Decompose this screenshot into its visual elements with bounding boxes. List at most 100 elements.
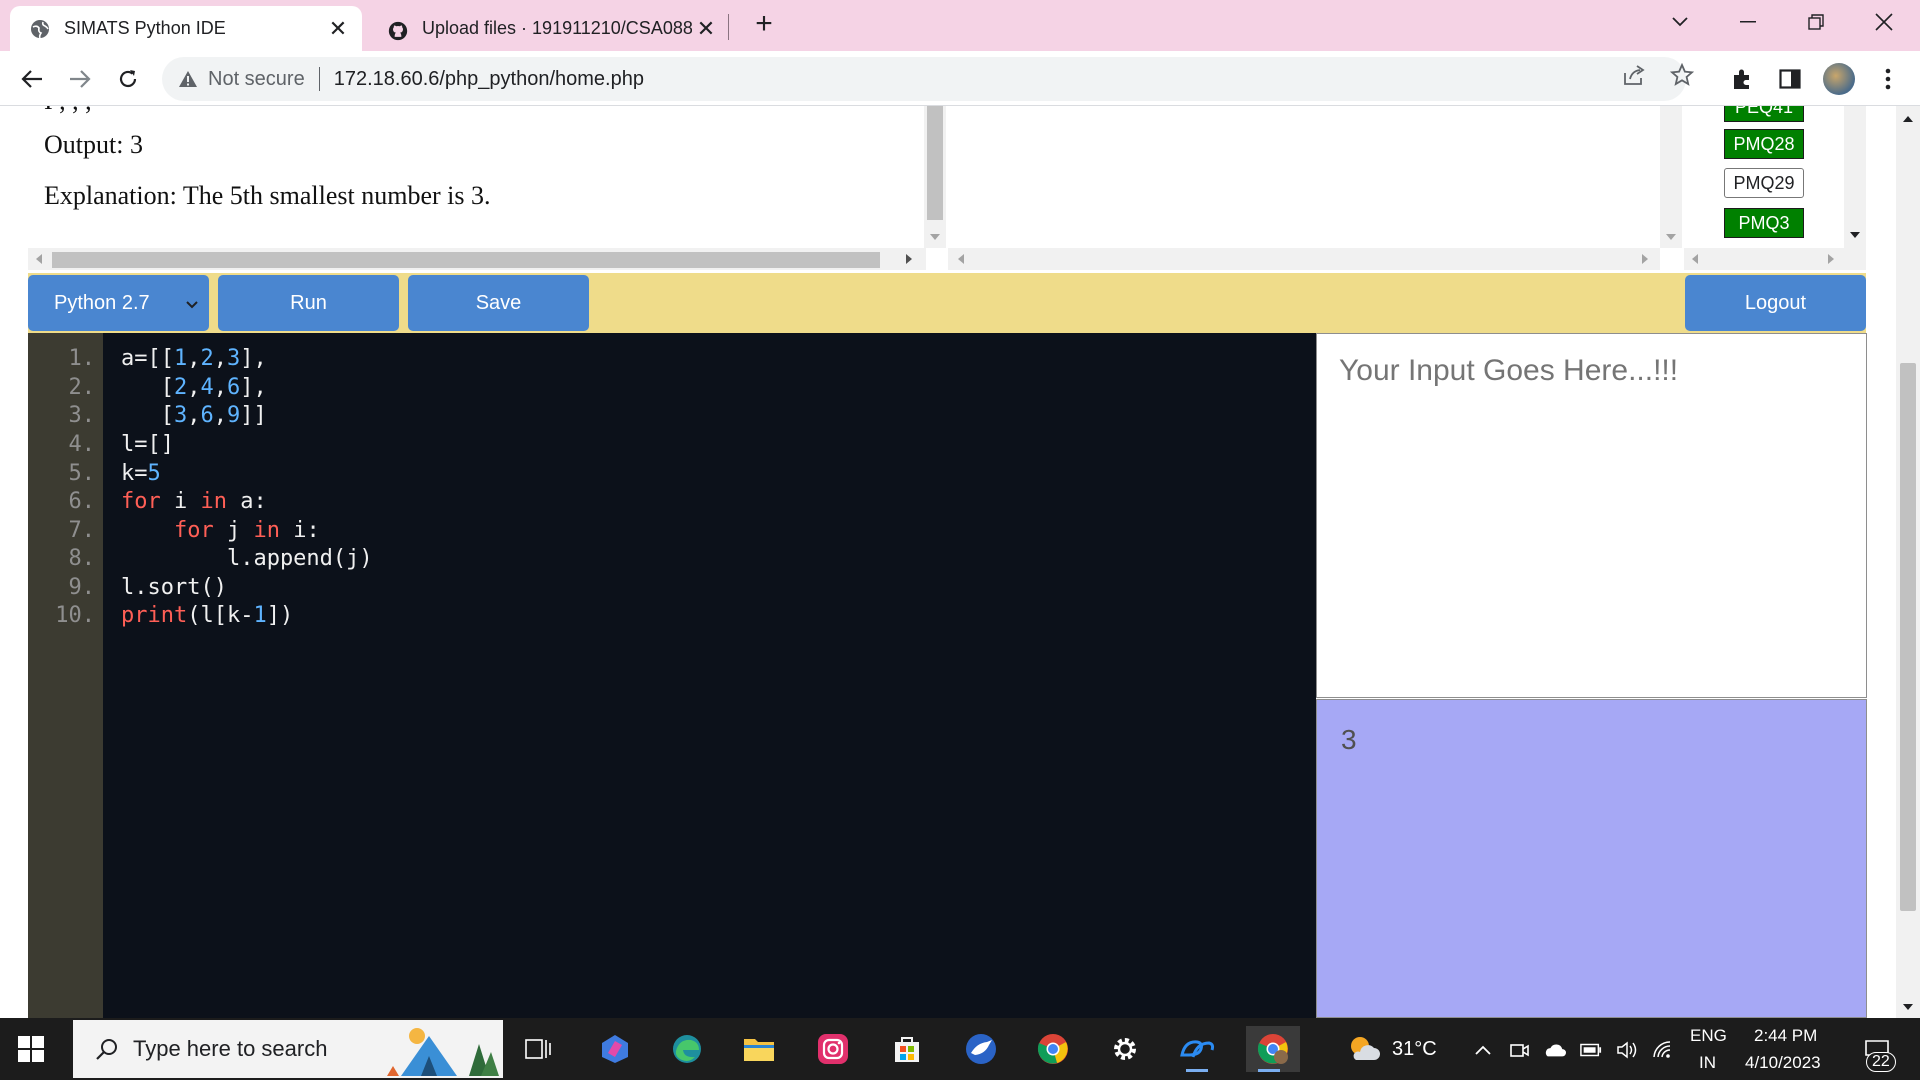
scroll-left-arrow-icon[interactable] [1692,254,1698,264]
code-editor[interactable]: 1. 2. 3. 4. 5. 6. 7. 8. 9. 10. a=[[1,2,3… [28,333,1316,1018]
code-line[interactable]: l.sort() [121,575,227,600]
scroll-down-arrow-icon[interactable] [1903,1004,1913,1010]
chevron-down-icon [185,293,199,316]
chrome-active-icon[interactable] [1246,1026,1300,1072]
question-explanation-line: Explanation: The 5th smallest number is … [44,181,491,210]
security-status[interactable]: Not secure [208,68,305,91]
scrollbar-thumb[interactable] [1900,363,1916,911]
side-panel-icon[interactable] [1774,63,1806,95]
battery-icon[interactable] [1580,1040,1602,1060]
wifi-icon[interactable] [1652,1040,1674,1060]
scroll-up-arrow-icon[interactable] [1903,116,1913,122]
question-vertical-scrollbar[interactable] [924,106,946,248]
code-line[interactable]: for i in a: [121,489,267,514]
chevron-up-icon[interactable] [1472,1040,1494,1060]
run-button[interactable]: Run [218,275,399,331]
profile-avatar[interactable] [1823,63,1855,95]
clock-date[interactable]: 4/10/2023 [1745,1053,1821,1073]
edge-browser-icon[interactable] [664,1026,710,1072]
clock-time[interactable]: 2:44 PM [1754,1026,1817,1046]
tab-search-chevron-icon[interactable] [1646,0,1714,44]
microsoft-store-icon[interactable] [884,1026,930,1072]
line-number: 9. [68,575,96,600]
middle-horizontal-scrollbar[interactable] [948,248,1660,270]
code-line[interactable]: [2,4,6], [121,375,267,400]
question-button[interactable]: PMQ28 [1724,129,1804,159]
chrome-icon[interactable] [1030,1026,1076,1072]
forward-arrow-icon[interactable] [62,61,98,97]
scroll-right-arrow-icon[interactable] [1828,254,1834,264]
meet-now-icon[interactable] [1508,1040,1530,1060]
scrollbar-thumb[interactable] [927,106,943,220]
more-menu-icon[interactable] [1872,63,1904,95]
weather-temperature[interactable]: 31°C [1392,1038,1437,1061]
bookmark-star-icon[interactable] [1668,61,1696,89]
code-line[interactable]: l=[] [121,432,174,457]
scroll-right-arrow-icon[interactable] [1642,254,1648,264]
scroll-left-arrow-icon[interactable] [36,254,42,264]
save-button[interactable]: Save [408,275,589,331]
question-button[interactable]: PEQ41 [1724,106,1804,122]
search-icon [95,1037,119,1061]
instagram-icon[interactable] [810,1026,856,1072]
search-placeholder: Type here to search [133,1036,328,1061]
url-text[interactable]: 172.18.60.6/php_python/home.php [334,68,644,91]
close-tab-icon[interactable]: ✕ [324,15,352,43]
question-button[interactable]: PMQ3 [1724,208,1804,238]
line-number: 4. [68,432,96,457]
bird-app-icon[interactable] [958,1026,1004,1072]
new-tab-plus-icon[interactable]: + [748,9,780,41]
scrollbar-thumb[interactable] [52,252,880,268]
close-window-icon[interactable] [1850,0,1918,44]
weather-sun-cloud-icon[interactable] [1346,1034,1380,1064]
question-panel: I , , , Output: 3 Explanation: The 5th s… [28,106,926,248]
copilot-app-icon[interactable] [592,1026,638,1072]
windows-start-icon[interactable] [18,1036,44,1062]
restore-icon[interactable] [1782,0,1850,44]
taskbar-search[interactable]: Type here to search [73,1020,503,1078]
code-line[interactable]: [3,6,9]] [121,403,267,428]
line-number: 3. [68,403,96,428]
file-explorer-icon[interactable] [736,1026,782,1072]
code-line[interactable]: print(l[k-1]) [121,603,293,628]
question-list-scrollbar[interactable] [1844,106,1866,248]
close-tab-icon[interactable]: ✕ [692,15,720,43]
tab-upload-files[interactable]: Upload files · 191911210/CSA088 ✕ [376,6,730,51]
task-view-icon[interactable] [516,1026,562,1072]
code-line[interactable]: for j in i: [121,518,320,543]
question-horizontal-scrollbar[interactable] [28,248,926,270]
code-line[interactable]: k=5 [121,461,161,486]
page-vertical-scrollbar[interactable] [1896,106,1920,1018]
minimize-icon[interactable] [1714,0,1782,44]
reload-icon[interactable] [110,61,146,97]
remote-app-icon[interactable] [1174,1026,1220,1072]
code-line[interactable]: a=[[1,2,3], [121,346,267,371]
scroll-down-arrow-icon[interactable] [1850,232,1860,238]
scroll-right-arrow-icon[interactable] [906,254,912,264]
scroll-down-arrow-icon[interactable] [930,234,940,240]
language-select[interactable]: Python 2.7 [28,275,209,331]
language-indicator-bottom[interactable]: IN [1699,1053,1716,1073]
scroll-down-arrow-icon[interactable] [1666,234,1676,240]
middle-vertical-scrollbar[interactable] [1660,106,1682,248]
page-content: I , , , Output: 3 Explanation: The 5th s… [0,106,1920,1018]
stdin-input[interactable]: Your Input Goes Here...!!! [1316,333,1867,698]
address-bar[interactable]: Not secure 172.18.60.6/php_python/home.p… [162,57,1686,101]
code-line[interactable]: l.append(j) [121,546,373,571]
github-icon [388,19,408,40]
tab-simats-ide[interactable]: SIMATS Python IDE ✕ [10,6,362,51]
logout-button[interactable]: Logout [1685,275,1866,331]
middle-panel [948,106,1660,248]
action-bar: Python 2.7 Run Save Logout [28,273,1866,333]
list-horizontal-scrollbar[interactable] [1684,248,1866,270]
volume-icon[interactable] [1616,1040,1638,1060]
share-icon[interactable] [1620,61,1648,89]
settings-gear-icon[interactable] [1102,1026,1148,1072]
warning-triangle-icon[interactable] [178,70,198,88]
back-arrow-icon[interactable] [14,61,50,97]
onedrive-cloud-icon[interactable] [1544,1040,1566,1060]
extensions-puzzle-icon[interactable] [1726,63,1758,95]
language-indicator-top[interactable]: ENG [1690,1026,1727,1046]
question-button[interactable]: PMQ29 [1724,168,1804,198]
scroll-left-arrow-icon[interactable] [958,254,964,264]
